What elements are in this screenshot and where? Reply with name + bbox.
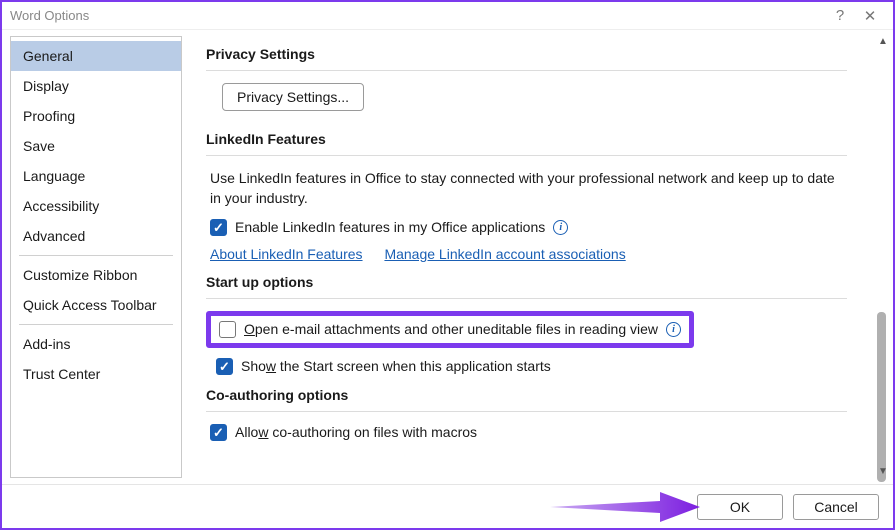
sidebar-item-general[interactable]: General xyxy=(11,41,181,71)
annotation-highlight: Open e-mail attachments and other unedit… xyxy=(206,311,694,348)
close-button[interactable]: ✕ xyxy=(855,7,885,25)
cancel-button[interactable]: Cancel xyxy=(793,494,879,520)
scroll-up-arrow-icon[interactable]: ▲ xyxy=(873,34,893,50)
sidebar-separator xyxy=(19,324,173,325)
word-options-dialog: Word Options ? ✕ General Display Proofin… xyxy=(0,0,895,530)
ok-button[interactable]: OK xyxy=(697,494,783,520)
options-content: Privacy Settings Privacy Settings... Lin… xyxy=(182,30,873,484)
link-about-linkedin[interactable]: About LinkedIn Features xyxy=(210,246,363,262)
checkbox-show-start-screen[interactable] xyxy=(216,358,233,375)
dialog-footer: OK Cancel xyxy=(2,484,893,528)
window-title: Word Options xyxy=(10,8,89,23)
sidebar-item-quick-access-toolbar[interactable]: Quick Access Toolbar xyxy=(11,290,181,320)
info-icon[interactable]: i xyxy=(553,220,568,235)
scroll-down-arrow-icon[interactable]: ▼ xyxy=(873,464,893,480)
sidebar-separator xyxy=(19,255,173,256)
section-startup-options: Start up options xyxy=(206,274,847,299)
checkbox-allow-coauthoring-macros[interactable] xyxy=(210,424,227,441)
info-icon[interactable]: i xyxy=(666,322,681,337)
section-linkedin-features: LinkedIn Features xyxy=(206,131,847,156)
checkbox-label-allow-coauthoring: Allow co-authoring on files with macros xyxy=(235,424,477,440)
annotation-arrow-icon xyxy=(550,490,700,524)
checkbox-enable-linkedin[interactable] xyxy=(210,219,227,236)
section-coauthoring-options: Co-authoring options xyxy=(206,387,847,412)
sidebar-item-display[interactable]: Display xyxy=(11,71,181,101)
privacy-settings-button[interactable]: Privacy Settings... xyxy=(222,83,364,111)
sidebar-item-add-ins[interactable]: Add-ins xyxy=(11,329,181,359)
vertical-scrollbar[interactable]: ▲ ▼ xyxy=(873,30,893,484)
checkbox-open-attachments-reading-view[interactable] xyxy=(219,321,236,338)
sidebar-item-save[interactable]: Save xyxy=(11,131,181,161)
category-sidebar: General Display Proofing Save Language A… xyxy=(10,36,182,478)
sidebar-item-customize-ribbon[interactable]: Customize Ribbon xyxy=(11,260,181,290)
checkbox-label-open-attachments: Open e-mail attachments and other unedit… xyxy=(244,321,658,337)
help-button[interactable]: ? xyxy=(825,7,855,24)
titlebar: Word Options ? ✕ xyxy=(2,2,893,30)
sidebar-item-accessibility[interactable]: Accessibility xyxy=(11,191,181,221)
sidebar-item-advanced[interactable]: Advanced xyxy=(11,221,181,251)
checkbox-label-show-start-screen: Show the Start screen when this applicat… xyxy=(241,358,551,374)
linkedin-description: Use LinkedIn features in Office to stay … xyxy=(210,168,847,209)
section-privacy-settings: Privacy Settings xyxy=(206,46,847,71)
link-manage-linkedin[interactable]: Manage LinkedIn account associations xyxy=(384,246,625,262)
scroll-thumb[interactable] xyxy=(877,312,886,482)
sidebar-item-trust-center[interactable]: Trust Center xyxy=(11,359,181,389)
sidebar-item-language[interactable]: Language xyxy=(11,161,181,191)
checkbox-label-enable-linkedin: Enable LinkedIn features in my Office ap… xyxy=(235,219,545,235)
sidebar-item-proofing[interactable]: Proofing xyxy=(11,101,181,131)
